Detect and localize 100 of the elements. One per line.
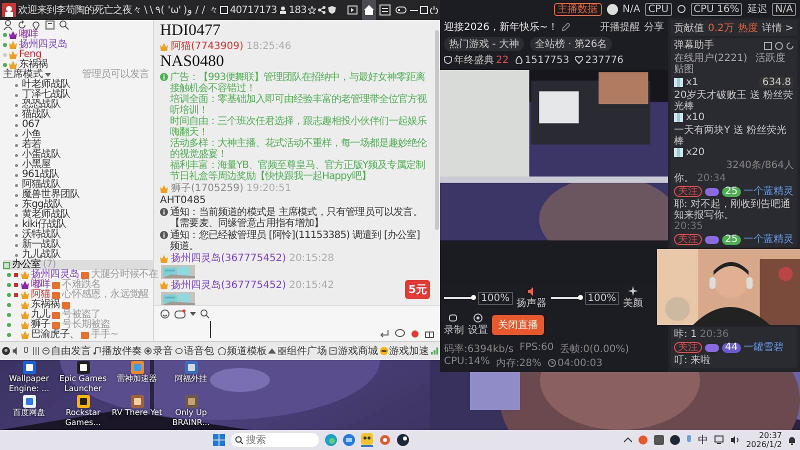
volume-reading: 100% (478, 292, 513, 304)
shortcut-label[interactable]: Only Up BRAINR... (164, 408, 218, 428)
shortcut-label[interactable]: Wallpaper Engine: ... (2, 374, 56, 394)
channel-item[interactable]: 丁泽七战队 (3, 90, 153, 100)
end-live-button[interactable]: 关闭直播 (492, 315, 544, 335)
level-badge: 44 (722, 342, 741, 352)
channel-item[interactable]: 小黑屋 (3, 160, 153, 170)
toolbar-button[interactable]: 频道模板 (227, 344, 267, 358)
danmaku-count: 3240条/864人 (726, 160, 794, 171)
member-name[interactable]: 嘟咩 (31, 280, 50, 290)
channel-item[interactable]: 961战队 (3, 170, 153, 180)
mode-note: 管理员可以发言 (82, 70, 149, 80)
channel-item[interactable]: 叶老师战队 (3, 80, 153, 90)
level-badge: 25 (722, 186, 741, 196)
member-name[interactable]: 东祸祸 (19, 60, 48, 70)
latency-value: N/A (772, 2, 796, 16)
user-name[interactable]: 一个蓝精灵 (744, 186, 794, 197)
stat-text: FPS:60 (520, 342, 554, 355)
clock-date[interactable]: 2026/1/2 (746, 440, 782, 450)
share-button[interactable]: 分享 (644, 20, 664, 34)
search-field[interactable]: 搜索 (231, 433, 320, 447)
clock-time[interactable]: 20:37 (758, 430, 782, 440)
latency-label: 延迟 (747, 3, 768, 16)
shortcut-label[interactable]: Rockstar Games... (56, 408, 110, 428)
heat-label: 热度 (738, 22, 758, 35)
details-link[interactable]: 详情 > (762, 21, 794, 35)
user-name[interactable]: 一个蓝精灵 (744, 234, 794, 245)
channel-item[interactable]: 恐恐战队 (3, 100, 153, 110)
channel-item[interactable]: 九儿战队 (3, 250, 153, 260)
tool-button[interactable]: 设置 (468, 323, 488, 337)
toolbar-button[interactable]: 播放伴奏 (102, 344, 142, 358)
member-name[interactable]: 嘟咩 (19, 30, 38, 40)
event-value: 22 (496, 54, 509, 66)
member-name[interactable]: 狮子 (31, 320, 50, 330)
remind-button[interactable]: 开播提醒 (600, 20, 640, 34)
message-text: AHT0485 (160, 195, 207, 206)
mode-dropdown[interactable]: 主席模式 (3, 70, 51, 80)
danmaku-time: 20:34 (697, 173, 726, 184)
speaker-label: 扬声器 (516, 296, 547, 310)
channel-item[interactable]: 小蛋战队 (3, 150, 153, 160)
channel-item[interactable]: 067 (3, 120, 153, 130)
stat-text: 内存:28% (496, 356, 542, 370)
channel-item[interactable]: kiki仔战队 (3, 220, 153, 230)
message-time: 20:15:42 (289, 280, 334, 290)
shortcut-label[interactable]: 雷神加速器 (117, 374, 157, 384)
stream-title: 迎接2026，新年快乐~！ (444, 20, 558, 34)
channel-header[interactable]: 办公室 (7) (3, 260, 153, 270)
stats-button[interactable]: 主播数据 (554, 2, 602, 16)
shortcut-label[interactable]: 百度网盘 (13, 408, 45, 418)
panel-tab[interactable]: 活跃度 (755, 53, 786, 64)
sender-name[interactable]: 扬州四灵岛(367775452) (171, 253, 286, 264)
avatar-status: N/A (622, 4, 640, 14)
notice-text: 通知：您已经被管理员 [阿怜](11153385) 调遣到 [办公室] 频道。 (170, 230, 421, 252)
danmaku-text: 耶: 对不起，刚收到告吧通知来报写你。 (674, 199, 792, 221)
member-status: 号长期被盗 (62, 320, 110, 330)
toolbar-button[interactable]: 组件广场 (287, 344, 327, 358)
tool-button[interactable]: 录制 (444, 323, 464, 337)
ad-line: 培训全面：零基础加入即可由经验丰富的老管理带全位官方视听培训！ (170, 94, 428, 116)
toolbar-button[interactable]: 游戏加速 (389, 344, 429, 358)
toolbar-button[interactable]: 游戏商城 (338, 344, 378, 358)
sender-name[interactable]: 扬州四灵岛(367775452) (171, 280, 286, 290)
channel-item[interactable]: 小鱼 (3, 130, 153, 140)
toolbar-button[interactable]: 自由发言 (51, 344, 91, 358)
like-count: 237776 (585, 54, 624, 66)
tool-button[interactable]: 美颜 (623, 296, 644, 310)
rank-tag: 全站榜 · 第26名 (530, 37, 612, 51)
cash-packet-button[interactable]: 5元 (405, 280, 430, 299)
member-name[interactable]: 扬州四灵岛 (31, 270, 80, 280)
channel-item[interactable]: 阿猫战队 (3, 180, 153, 190)
channel-item[interactable]: 东gg战队 (3, 200, 153, 210)
channel-item[interactable]: 新一战队 (3, 240, 153, 250)
gpu-chip: CPU (645, 2, 672, 16)
ad-line: 福利丰富：海量YB、官频至尊皇马、官方正版Y频及专属定制节日礼盒等周边奖励【快快跟我一起Happy吧】 (170, 160, 426, 182)
sender-name[interactable]: 阿猫(7743909) (171, 41, 244, 52)
member-name[interactable]: Feng (19, 50, 42, 60)
channel-item[interactable]: 黄老师战队 (3, 210, 153, 220)
member-status: 手手~ (91, 330, 118, 340)
channel-item[interactable]: 猫战队 (3, 110, 153, 120)
panel-tab[interactable]: 在线用户(2221) (674, 53, 748, 64)
input-method[interactable]: 中 (698, 433, 708, 447)
shortcut-label[interactable]: 阿福外挂 (175, 374, 207, 384)
shortcut-label[interactable]: RV There Yet (112, 408, 162, 418)
danmaku-text: 你。 (674, 173, 694, 184)
toolbar-button[interactable]: 语音包 (184, 344, 214, 358)
member-name[interactable]: 九儿 (31, 310, 50, 320)
member-name[interactable]: 扬州四灵岛 (19, 40, 68, 50)
toolbar-button[interactable]: 录音 (153, 344, 173, 358)
panel-tab[interactable]: 贴图 (674, 64, 694, 75)
channel-item[interactable]: 若若 (3, 140, 153, 150)
member-name[interactable]: 阿猫 (31, 290, 50, 300)
channel-id: 40717173 (230, 4, 277, 16)
shortcut-label[interactable]: Epic Games Launcher (56, 374, 110, 394)
cpu-chip: CPU 16% (690, 2, 742, 16)
member-name[interactable]: 东祸祸 (31, 300, 60, 310)
gift-value: 634.8 (759, 77, 794, 88)
member-name[interactable]: 巴渝虎子、 (31, 330, 80, 340)
channel-item[interactable]: 沃特战队 (3, 230, 153, 240)
user-name[interactable]: 一罐雪碧 (744, 342, 784, 353)
channel-item[interactable]: 魔兽世界团队 (3, 190, 153, 200)
category-tag[interactable]: 热门游戏 - 大神 (444, 37, 524, 51)
